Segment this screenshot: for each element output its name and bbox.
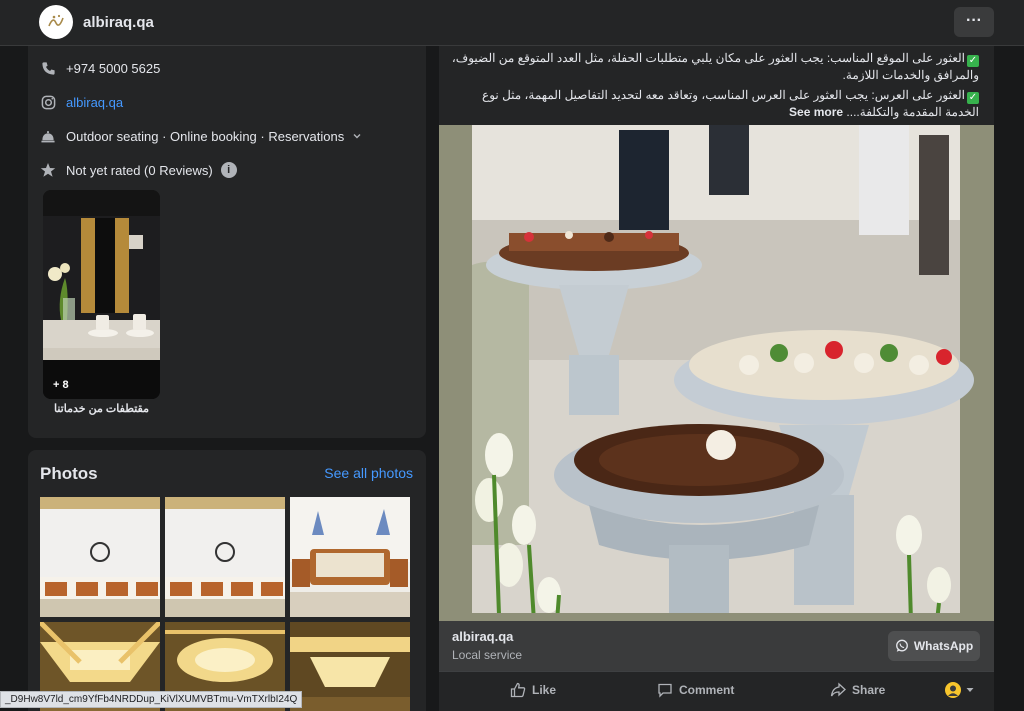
- instagram-row: albiraq.qa: [40, 94, 123, 110]
- post-line-groom: العثور على العرس: يجب العثور على العرس ا…: [482, 88, 979, 119]
- highlight-story[interactable]: + 8: [43, 190, 160, 399]
- thumbs-up-icon: [510, 682, 526, 698]
- post-card: ✓العثور على الموقع المناسب: يجب العثور ع…: [439, 46, 994, 711]
- post-text: ✓العثور على الموقع المناسب: يجب العثور ع…: [449, 50, 979, 124]
- post-paragraph: ✓العثور على الموقع المناسب: يجب العثور ع…: [449, 50, 979, 83]
- comment-icon: [658, 683, 672, 698]
- chevron-down-icon: [352, 129, 362, 144]
- post-actions: Like Comment Share: [439, 671, 994, 711]
- share-label: Share: [852, 683, 886, 697]
- info-icon[interactable]: i: [220, 162, 237, 178]
- profile-avatar-icon: [945, 682, 961, 698]
- link-page-name[interactable]: albiraq.qa: [452, 629, 513, 644]
- story-count: + 8: [53, 379, 69, 391]
- story-caption: مقتطفات من خدماتنا: [54, 403, 149, 415]
- photo-thumbnail[interactable]: [40, 497, 160, 617]
- phone-row: +974 5000 5625: [40, 60, 160, 76]
- see-more-link[interactable]: See more: [789, 105, 843, 119]
- more-options-button[interactable]: ···: [954, 7, 994, 37]
- comment-label: Comment: [679, 683, 735, 697]
- photo-thumbnail[interactable]: [165, 497, 285, 617]
- status-bar-url: _D9Hw8V7ld_cm9YfFb4NRDDup_KiVlXUMVBTmu-V…: [0, 691, 303, 708]
- share-arrow-icon: [830, 682, 846, 697]
- logo-calligraphy-icon: [48, 14, 64, 27]
- dessert-table-photo: [439, 125, 994, 621]
- post-image[interactable]: [439, 125, 994, 621]
- comment-button[interactable]: Comment: [657, 682, 734, 698]
- profile-reaction-selector[interactable]: [944, 681, 975, 699]
- intro-card: +974 5000 5625 albiraq.qa Outdoor seatin…: [28, 46, 426, 438]
- link-preview-bar[interactable]: albiraq.qa Local service WhatsApp: [439, 621, 994, 671]
- whatsapp-button[interactable]: WhatsApp: [888, 631, 980, 661]
- caret-down-icon: [966, 688, 974, 692]
- services-row[interactable]: Outdoor seating · Online booking · Reser…: [40, 128, 362, 144]
- instagram-link[interactable]: albiraq.qa: [66, 95, 123, 110]
- whatsapp-label: WhatsApp: [913, 639, 974, 653]
- service-bell-icon: [40, 128, 56, 144]
- post-paragraph: ✓العثور على العرس: يجب العثور على العرس …: [449, 87, 979, 120]
- see-all-photos-link[interactable]: See all photos: [324, 465, 413, 481]
- page-logo[interactable]: [39, 5, 73, 39]
- photo-thumbnail[interactable]: [290, 622, 410, 711]
- star-icon: [40, 162, 56, 178]
- like-button[interactable]: Like: [510, 682, 556, 698]
- photos-title: Photos: [40, 464, 98, 483]
- rating-text: Not yet rated (0 Reviews): [66, 162, 213, 178]
- check-mark-icon: ✓: [967, 92, 979, 104]
- top-bar: albiraq.qa ···: [0, 0, 1024, 46]
- rating-row: Not yet rated (0 Reviews) i: [40, 162, 237, 178]
- link-category: Local service: [452, 648, 523, 662]
- phone-icon: [40, 60, 56, 76]
- highlight-story-image: [43, 190, 160, 399]
- like-label: Like: [532, 683, 557, 697]
- share-button[interactable]: Share: [830, 682, 885, 698]
- services-text: Outdoor seating · Online booking · Reser…: [66, 128, 345, 144]
- instagram-icon: [40, 94, 56, 110]
- page-name[interactable]: albiraq.qa: [83, 14, 154, 31]
- phone-number: +974 5000 5625: [66, 60, 161, 76]
- photos-card: Photos See all photos: [28, 450, 426, 711]
- post-line-venue: العثور على الموقع المناسب: يجب العثور عل…: [451, 51, 979, 82]
- check-mark-icon: ✓: [967, 55, 979, 67]
- whatsapp-icon: [895, 639, 909, 653]
- photo-thumbnail[interactable]: [290, 497, 410, 617]
